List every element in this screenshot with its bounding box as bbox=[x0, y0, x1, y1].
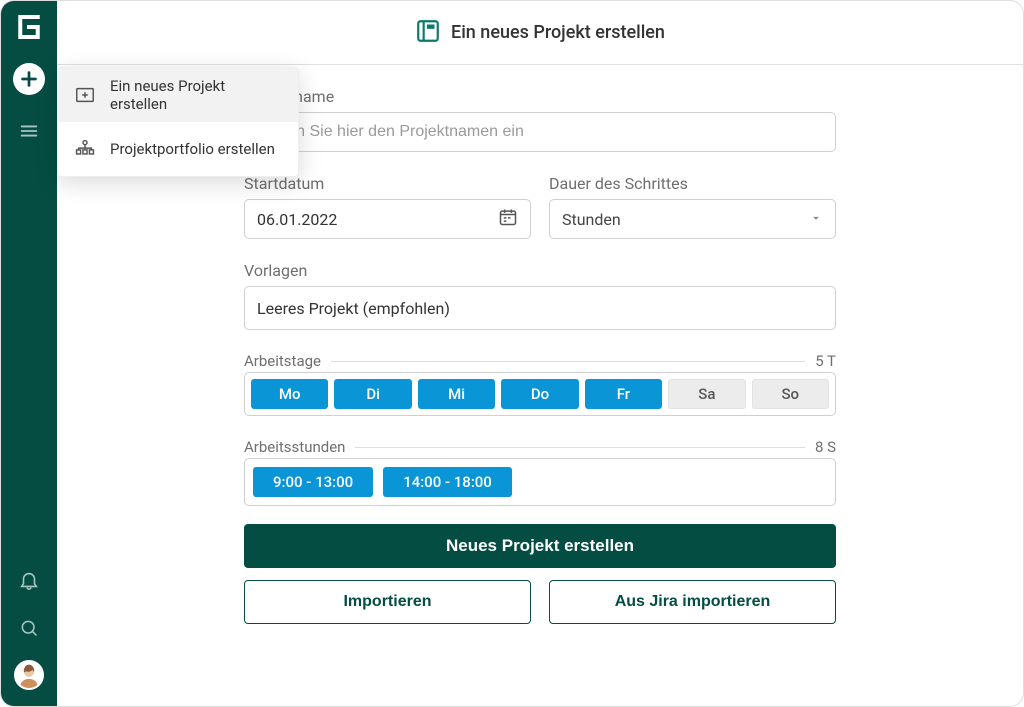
projectname-label: Projektname bbox=[244, 87, 836, 106]
add-button[interactable] bbox=[13, 63, 45, 95]
workhours-header: Arbeitsstunden 8 S bbox=[244, 438, 836, 456]
day-chip-so[interactable]: So bbox=[752, 379, 829, 409]
new-project-form: Projektname Startdatum 06.01.2022 bbox=[244, 87, 836, 624]
projectname-input[interactable] bbox=[257, 123, 823, 141]
calendar-icon bbox=[498, 207, 518, 231]
hour-chip-afternoon[interactable]: 14:00 - 18:00 bbox=[383, 467, 512, 497]
chevron-down-icon bbox=[809, 210, 823, 229]
new-project-icon bbox=[74, 84, 96, 106]
workdays-label: Arbeitstage bbox=[244, 352, 321, 370]
day-chip-mo[interactable]: Mo bbox=[251, 379, 328, 409]
import-jira-button[interactable]: Aus Jira importieren bbox=[549, 580, 836, 624]
stepduration-value: Stunden bbox=[562, 210, 621, 229]
templates-select[interactable]: Leeres Projekt (empfohlen) bbox=[244, 286, 836, 330]
workhours-box: 9:00 - 13:00 14:00 - 18:00 bbox=[244, 458, 836, 506]
avatar[interactable] bbox=[14, 660, 44, 690]
portfolio-icon bbox=[74, 138, 96, 160]
flyout-item-new-project[interactable]: Ein neues Projekt erstellen bbox=[58, 68, 298, 122]
app-window: Ein neues Projekt erstellen Projektportf… bbox=[0, 0, 1024, 707]
day-chip-do[interactable]: Do bbox=[501, 379, 578, 409]
flyout-item-label: Ein neues Projekt erstellen bbox=[110, 77, 282, 113]
templates-value: Leeres Projekt (empfohlen) bbox=[257, 299, 450, 318]
hamburger-menu-button[interactable] bbox=[9, 111, 49, 151]
workdays-box: Mo Di Mi Do Fr Sa So bbox=[244, 372, 836, 416]
header: Ein neues Projekt erstellen bbox=[57, 1, 1023, 65]
workdays-header: Arbeitstage 5 T bbox=[244, 352, 836, 370]
workhours-count: 8 S bbox=[815, 438, 836, 456]
stepduration-label: Dauer des Schrittes bbox=[549, 174, 836, 193]
notifications-icon[interactable] bbox=[9, 560, 49, 600]
create-project-button[interactable]: Neues Projekt erstellen bbox=[244, 524, 836, 568]
day-chip-fr[interactable]: Fr bbox=[585, 379, 662, 409]
secondary-button-row: Importieren Aus Jira importieren bbox=[244, 580, 836, 624]
templates-field: Vorlagen Leeres Projekt (empfohlen) bbox=[244, 261, 836, 330]
create-flyout-menu: Ein neues Projekt erstellen Projektportf… bbox=[57, 67, 299, 177]
primary-button-row: Neues Projekt erstellen bbox=[244, 524, 836, 568]
templates-label: Vorlagen bbox=[244, 261, 836, 280]
day-chip-di[interactable]: Di bbox=[334, 379, 411, 409]
startdate-input[interactable]: 06.01.2022 bbox=[244, 199, 531, 239]
flyout-item-portfolio[interactable]: Projektportfolio erstellen bbox=[58, 122, 298, 176]
day-chip-mi[interactable]: Mi bbox=[418, 379, 495, 409]
day-chip-sa[interactable]: Sa bbox=[668, 379, 745, 409]
startdate-field: Startdatum 06.01.2022 bbox=[244, 174, 531, 239]
stepduration-select[interactable]: Stunden bbox=[549, 199, 836, 239]
workdays-field: Arbeitstage 5 T Mo Di Mi Do Fr Sa So bbox=[244, 352, 836, 416]
startdate-value: 06.01.2022 bbox=[257, 210, 337, 229]
import-button[interactable]: Importieren bbox=[244, 580, 531, 624]
project-board-icon bbox=[415, 18, 441, 48]
workdays-count: 5 T bbox=[815, 352, 836, 370]
projectname-input-wrapper bbox=[244, 112, 836, 152]
logo-icon bbox=[11, 9, 47, 45]
search-icon[interactable] bbox=[9, 608, 49, 648]
hour-chip-morning[interactable]: 9:00 - 13:00 bbox=[253, 467, 373, 497]
projectname-field: Projektname bbox=[244, 87, 836, 152]
workhours-field: Arbeitsstunden 8 S 9:00 - 13:00 14:00 - … bbox=[244, 438, 836, 506]
sidebar bbox=[1, 1, 57, 706]
workhours-label: Arbeitsstunden bbox=[244, 438, 345, 456]
stepduration-field: Dauer des Schrittes Stunden bbox=[549, 174, 836, 239]
page-title: Ein neues Projekt erstellen bbox=[451, 22, 665, 43]
flyout-item-label: Projektportfolio erstellen bbox=[110, 140, 275, 158]
